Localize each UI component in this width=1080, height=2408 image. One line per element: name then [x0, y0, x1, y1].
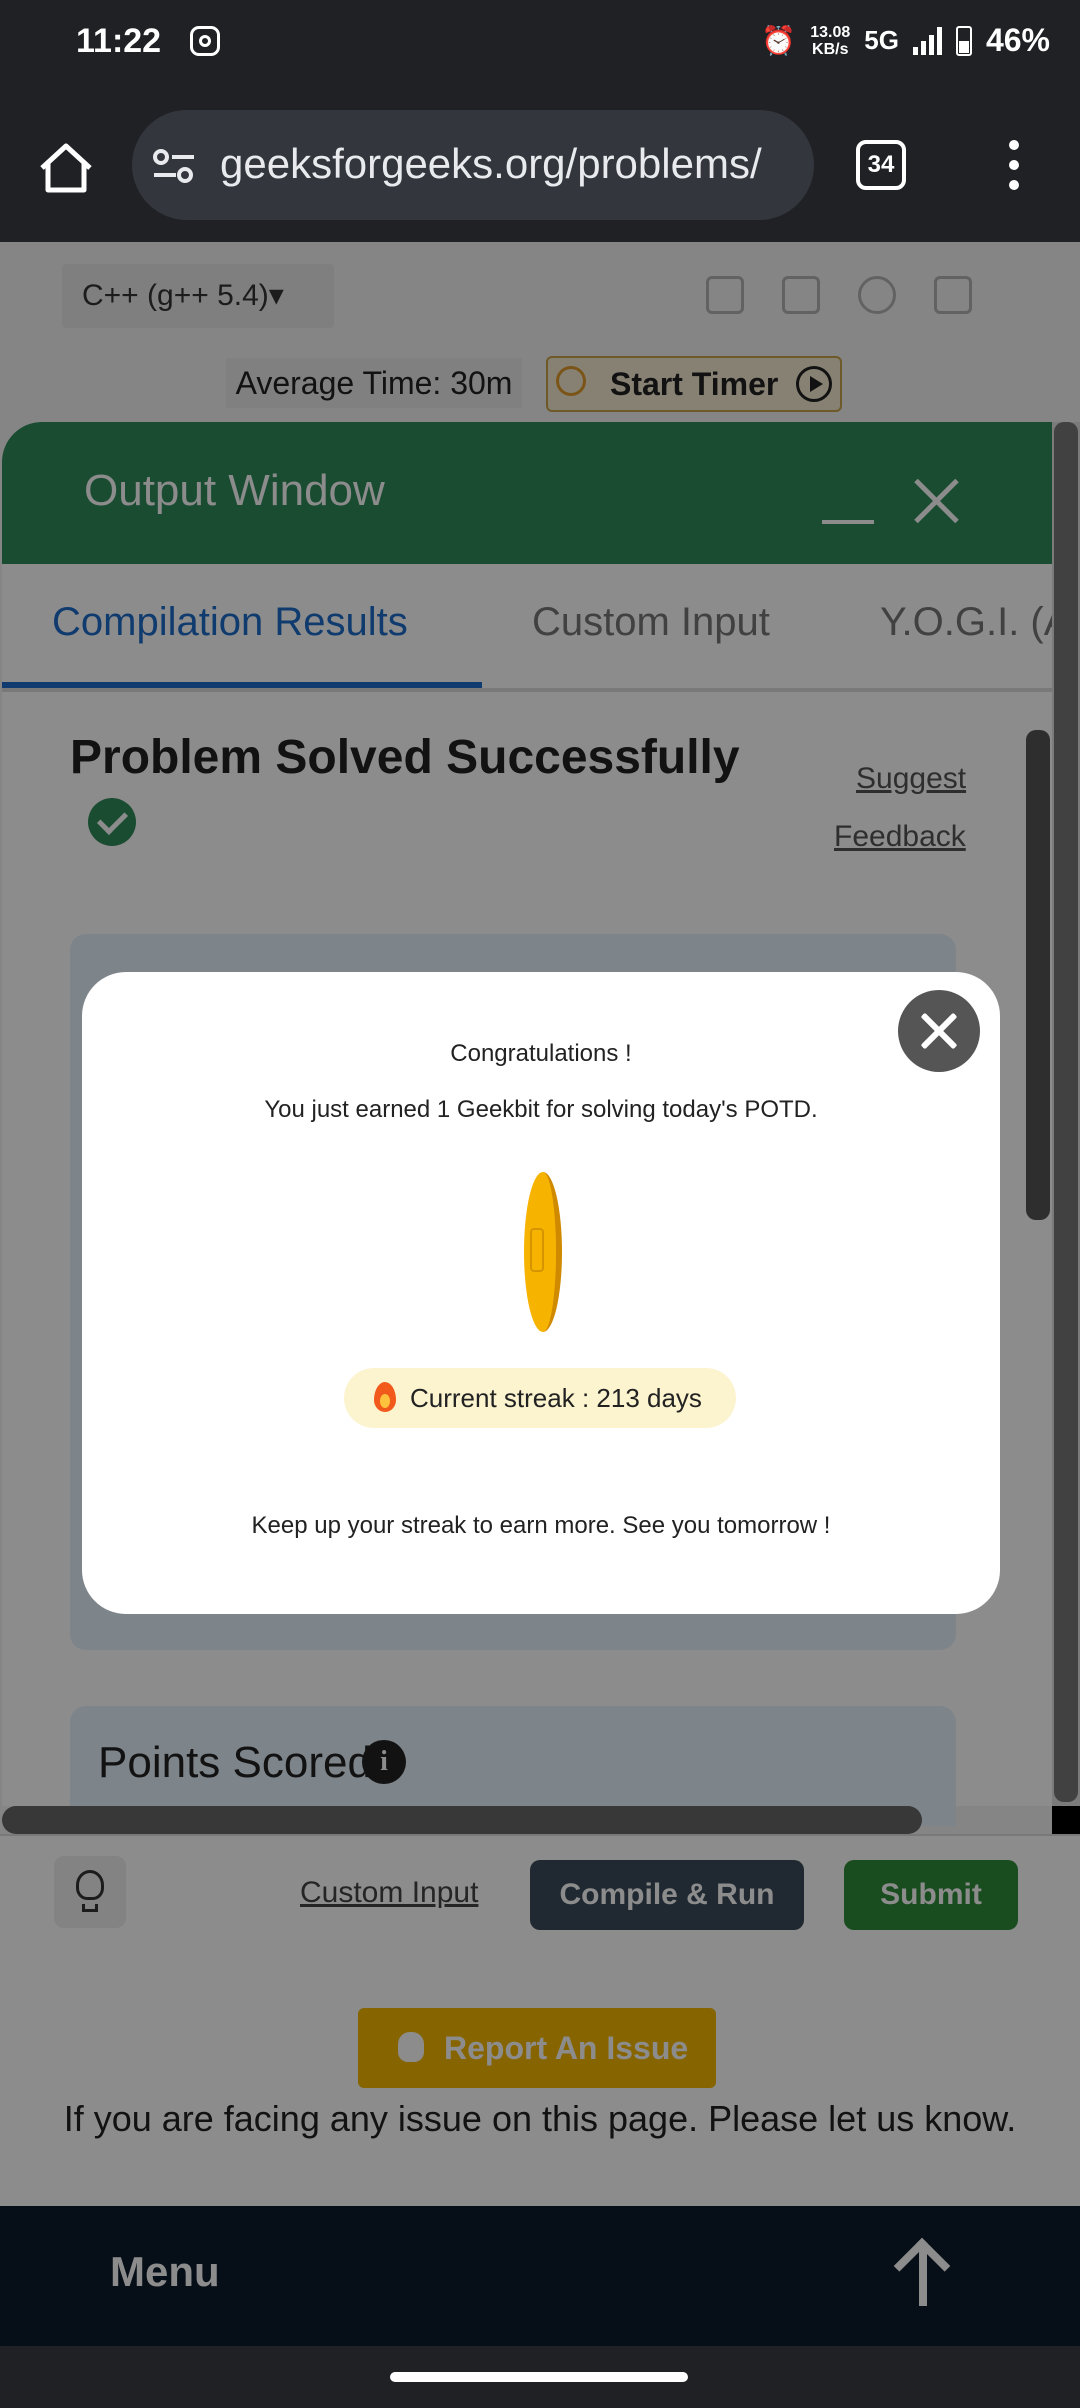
congrats-text: Congratulations !: [450, 1040, 632, 1067]
status-time: 11:22: [76, 22, 162, 60]
fire-icon: [374, 1382, 396, 1412]
alarm-status-icon: ⏰: [761, 25, 797, 56]
network-type: 5G: [864, 25, 899, 55]
tune-icon[interactable]: [152, 148, 196, 184]
url-text[interactable]: geeksforgeeks.org/problems/: [220, 140, 795, 188]
earned-text: You just earned 1 Geekbit for solving to…: [264, 1096, 818, 1123]
more-vert-icon[interactable]: [1000, 140, 1028, 196]
instagram-icon: [190, 26, 220, 56]
streak-text: Current streak : 213 days: [410, 1383, 702, 1413]
coin-icon: [524, 1172, 562, 1332]
battery-icon: [955, 25, 972, 56]
signal-icon: [912, 26, 942, 55]
status-indicators: ⏰ 13.08 KB/s 5G 46%: [761, 22, 1050, 59]
home-gesture-pill[interactable]: [390, 2372, 688, 2382]
tabs-icon[interactable]: 34: [856, 140, 906, 190]
keep-up-text: Keep up your streak to earn more. See yo…: [251, 1512, 831, 1539]
home-icon[interactable]: [36, 140, 96, 196]
network-speed: 13.08 KB/s: [810, 23, 851, 58]
battery-level: 46%: [985, 22, 1050, 58]
